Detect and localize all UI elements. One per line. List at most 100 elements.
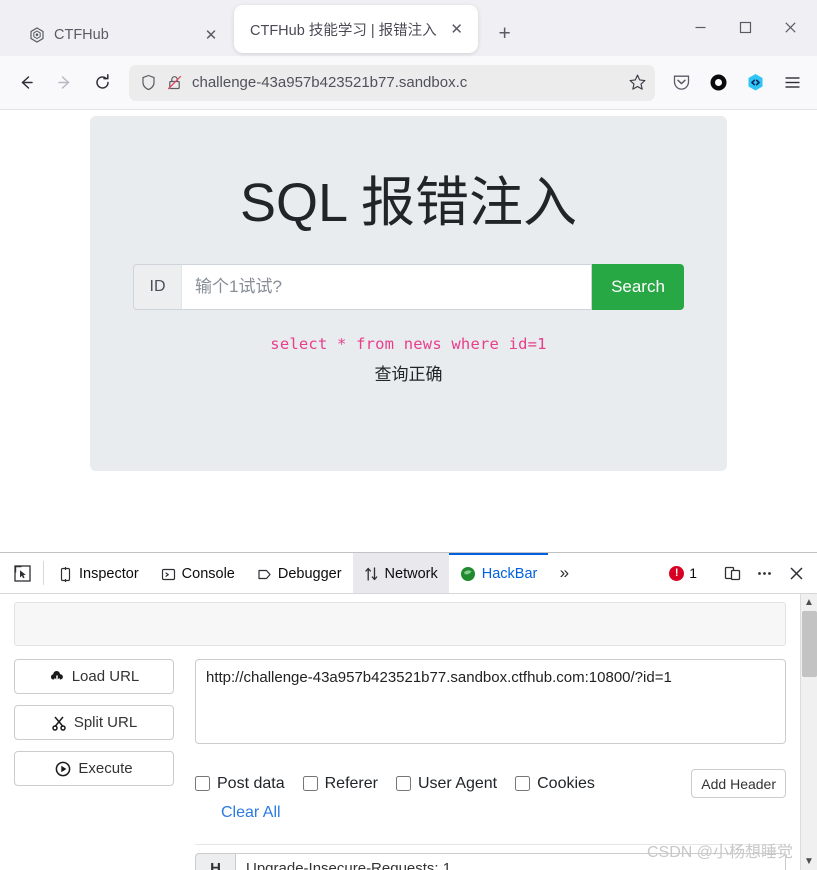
devtools-tab-inspector[interactable]: Inspector xyxy=(47,553,150,593)
scrollbar-track[interactable] xyxy=(801,611,817,853)
window-controls xyxy=(678,6,813,48)
devtools-panel: Inspector Console Debugger Network HackB… xyxy=(0,552,817,870)
devtools-tab-debugger[interactable]: Debugger xyxy=(246,553,353,593)
checkbox-referer[interactable]: Referer xyxy=(302,774,378,793)
hackbar-hexagon-icon[interactable] xyxy=(738,66,772,100)
page-viewport: SQL 报错注入 ID Search select * from news wh… xyxy=(0,110,817,552)
debugger-icon xyxy=(258,569,271,579)
hackbar-option-checkboxes: Post data Referer User Agent Cookies Add… xyxy=(195,769,786,798)
page-title: SQL 报错注入 xyxy=(239,173,578,233)
pocket-icon[interactable] xyxy=(664,66,698,100)
tab-strip: CTFHub ✕ CTFHub 技能学习 | 报错注入 ✕ + xyxy=(12,0,520,56)
devtools-tab-console[interactable]: Console xyxy=(150,553,246,593)
close-devtools-icon[interactable] xyxy=(781,558,811,588)
hackbar-main-row: Load URL Split URL Execute http://challe… xyxy=(14,659,786,870)
toolbar-divider xyxy=(43,561,44,585)
header-value-input[interactable] xyxy=(235,853,786,870)
minimize-button[interactable] xyxy=(678,8,723,46)
checkbox-post-data[interactable]: Post data xyxy=(195,775,285,793)
browser-tab-ctfhub[interactable]: CTFHub ✕ xyxy=(12,14,234,56)
console-icon xyxy=(161,568,175,580)
button-label: Load URL xyxy=(71,668,140,685)
responsive-design-mode-icon[interactable] xyxy=(717,558,747,588)
checkbox-label: Referer xyxy=(324,774,378,792)
ctfhub-hexagon-logo-icon xyxy=(28,27,45,44)
scissors-icon xyxy=(52,716,66,731)
add-header-button[interactable]: Add Header xyxy=(691,769,786,798)
hackbar-green-icon xyxy=(460,567,475,581)
tab-close-icon[interactable]: ✕ xyxy=(200,24,222,46)
tab-bar: CTFHub ✕ CTFHub 技能学习 | 报错注入 ✕ + xyxy=(0,0,817,56)
hackbar-content: Load URL Split URL Execute http://challe… xyxy=(0,594,800,870)
id-search-input[interactable] xyxy=(181,264,592,311)
forward-button-icon[interactable] xyxy=(46,66,82,100)
extension-toolbar xyxy=(664,66,809,100)
checkbox-user-agent[interactable]: User Agent xyxy=(395,774,498,793)
tab-title: CTFHub 技能学习 | 报错注入 xyxy=(250,22,437,39)
jumbotron-panel: SQL 报错注入 ID Search select * from news wh… xyxy=(90,116,727,471)
scrollbar-thumb[interactable] xyxy=(801,611,817,677)
star-icon[interactable] xyxy=(628,73,647,92)
checkbox-cookies[interactable]: Cookies xyxy=(515,775,595,793)
more-options-icon[interactable] xyxy=(749,558,779,588)
play-circle-icon xyxy=(56,761,71,776)
hackbar-url-area: Post data Referer User Agent xyxy=(195,659,786,870)
shield-icon[interactable] xyxy=(140,74,157,91)
error-count-label: 1 xyxy=(689,565,697,581)
error-count-badge[interactable]: ! 1 xyxy=(660,565,706,581)
cookies-checkbox[interactable] xyxy=(515,776,531,791)
referer-checkbox[interactable] xyxy=(302,776,318,791)
maximize-button[interactable] xyxy=(723,8,768,46)
load-url-button[interactable]: Load URL xyxy=(14,659,174,694)
tab-label: Network xyxy=(384,566,438,582)
checkbox-label: User Agent xyxy=(417,774,498,792)
header-input-group: H xyxy=(195,853,786,870)
split-url-button[interactable]: Split URL xyxy=(14,705,174,740)
tab-title: CTFHub xyxy=(54,27,109,43)
tab-label: Debugger xyxy=(277,566,342,582)
black-circle-extension-icon[interactable] xyxy=(701,66,735,100)
error-icon: ! xyxy=(669,565,685,581)
devtools-overflow-icon[interactable]: » xyxy=(548,553,580,593)
hackbar-action-buttons: Load URL Split URL Execute xyxy=(14,659,174,870)
search-button[interactable]: Search xyxy=(592,264,684,311)
scroll-up-arrow-icon[interactable]: ▲ xyxy=(801,594,817,611)
scroll-down-arrow-icon[interactable]: ▼ xyxy=(801,853,817,870)
back-button-icon[interactable] xyxy=(8,66,44,100)
tab-label: Console xyxy=(181,566,235,582)
devtools-tab-network[interactable]: Network xyxy=(352,553,449,593)
element-picker-icon[interactable] xyxy=(4,553,40,593)
new-tab-button[interactable]: + xyxy=(490,19,520,49)
cloud-download-icon xyxy=(50,670,63,682)
query-result-text: 查询正确 xyxy=(374,365,443,385)
id-label-addon: ID xyxy=(133,264,181,311)
button-label: Split URL xyxy=(73,714,138,731)
browser-tab-sql-error-injection[interactable]: CTFHub 技能学习 | 报错注入 ✕ xyxy=(234,5,478,53)
button-label: Execute xyxy=(78,760,133,777)
header-key-addon: H xyxy=(195,853,235,870)
post-data-checkbox[interactable] xyxy=(195,776,210,791)
devtools-toolbar-right: ! 1 xyxy=(660,553,817,593)
hackbar-header-row: H xyxy=(195,844,786,870)
hackbar-scrollbar[interactable]: ▲ ▼ xyxy=(800,594,817,870)
devtools-toolbar: Inspector Console Debugger Network HackB… xyxy=(0,553,817,594)
tab-label: HackBar xyxy=(481,566,538,582)
devtools-tab-hackbar[interactable]: HackBar xyxy=(448,553,549,593)
hackbar-url-textarea[interactable] xyxy=(195,659,786,744)
address-bar[interactable]: challenge-43a957b423521b77.sandbox.c xyxy=(129,64,655,101)
tab-close-icon[interactable]: ✕ xyxy=(446,18,468,40)
reload-button-icon[interactable] xyxy=(84,66,120,100)
checkbox-label: Cookies xyxy=(537,774,595,792)
sql-query-text: select * from news where id=1 xyxy=(270,335,547,354)
hamburger-menu-icon[interactable] xyxy=(775,66,809,100)
devtools-tab-list: Inspector Console Debugger Network HackB… xyxy=(47,553,580,593)
hackbar-top-box[interactable] xyxy=(14,602,786,646)
clear-all-link[interactable]: Clear All xyxy=(221,804,281,822)
inspector-icon xyxy=(60,566,71,582)
close-window-button[interactable] xyxy=(768,8,813,46)
url-text[interactable]: challenge-43a957b423521b77.sandbox.c xyxy=(192,74,619,91)
execute-button[interactable]: Execute xyxy=(14,751,174,786)
lock-crossed-icon[interactable] xyxy=(166,74,183,91)
browser-window: CTFHub ✕ CTFHub 技能学习 | 报错注入 ✕ + challeng… xyxy=(0,0,817,870)
user-agent-checkbox[interactable] xyxy=(395,776,411,791)
